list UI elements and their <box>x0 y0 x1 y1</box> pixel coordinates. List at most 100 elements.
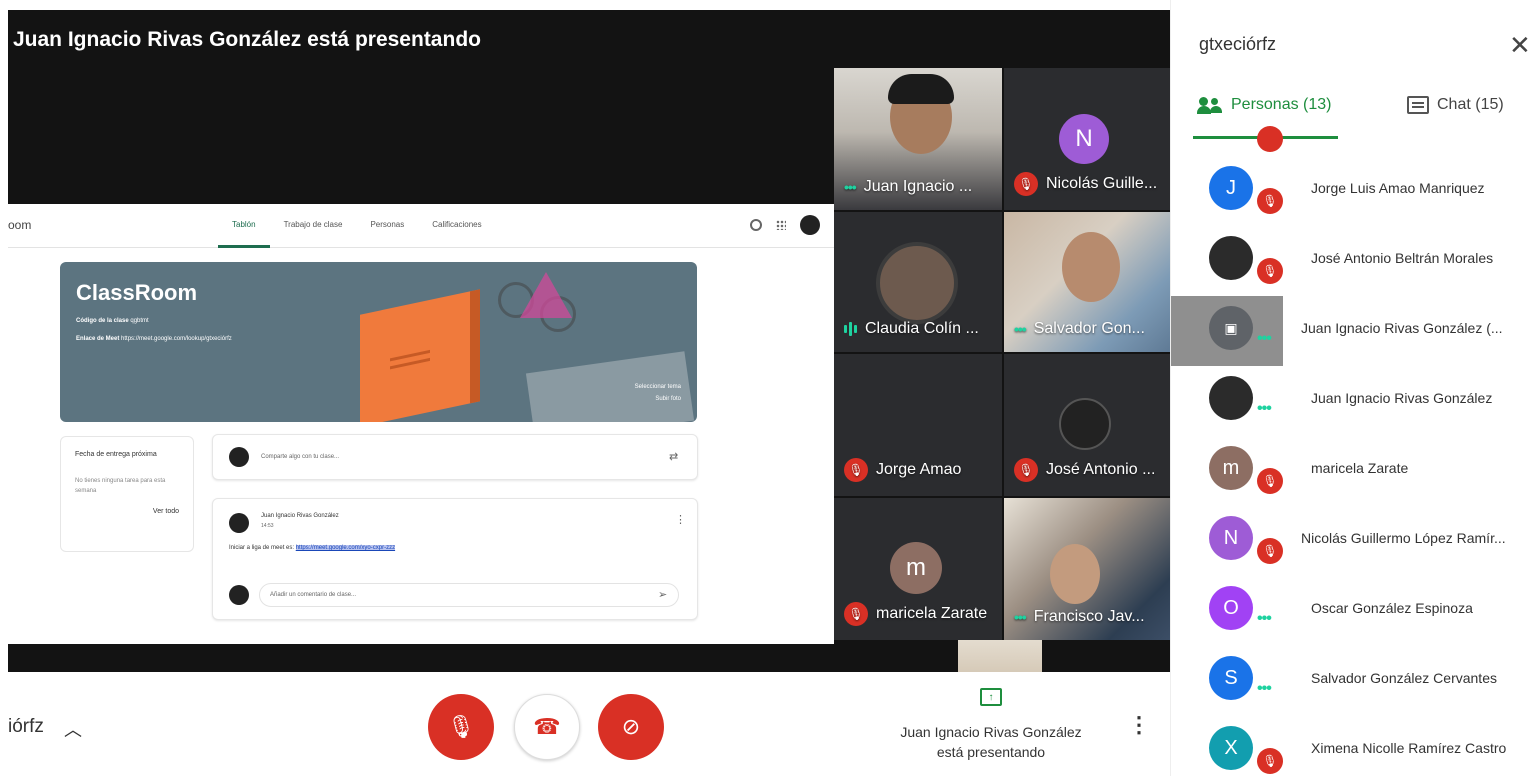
speaking-bars-icon <box>844 322 857 336</box>
tile-name: 🎙 maricela Zarate <box>844 602 987 626</box>
chevron-up-icon[interactable]: ︿ <box>64 716 82 742</box>
tile-name: ••• Salvador Gon... <box>1014 320 1145 338</box>
triangle-illustration <box>520 272 572 318</box>
list-item[interactable]: J 🎙 Jorge Luis Amao Manriquez <box>1171 154 1538 224</box>
tile-juan-ignacio[interactable]: ••• Juan Ignacio ... <box>834 68 1002 210</box>
comment-input[interactable]: Añadir un comentario de clase... ➢ <box>259 583 679 607</box>
speaking-dots-icon: ••• <box>1014 609 1027 625</box>
tile-claudia[interactable]: Claudia Colín ... <box>834 212 1002 352</box>
meeting-code[interactable]: iórfz <box>8 716 44 738</box>
class-code-line: Código de la clase qgbtmt <box>76 318 149 324</box>
panel-title: gtxeciórfz <box>1199 34 1277 54</box>
tile-francisco[interactable]: ••• Francisco Jav... <box>1004 498 1170 640</box>
classroom-title: ClassRoom <box>76 280 198 305</box>
view-all-link[interactable]: Ver todo <box>75 508 179 515</box>
mic-off-icon: 🎙 <box>1014 172 1038 196</box>
list-item[interactable]: ▣ ••• Juan Ignacio Rivas González (... <box>1171 294 1538 364</box>
class-code-label: Código de la clase <box>76 318 129 324</box>
shared-screen[interactable]: oom Tablón Trabajo de clase Personas Cal… <box>8 204 834 644</box>
classroom-header-icons <box>750 215 820 235</box>
participant-name: Salvador González Cervantes <box>1311 670 1497 686</box>
post-link[interactable]: https://meet.google.com/xyo-cxpr-zzz <box>295 545 396 551</box>
participant-name: Jorge Luis Amao Manriquez <box>1311 180 1485 196</box>
leave-call-button[interactable]: ☎ <box>514 694 580 760</box>
share-box[interactable]: Comparte algo con tu clase... ⇄ <box>212 434 698 480</box>
tab-people[interactable]: Personas (13) <box>1197 96 1332 114</box>
tile-salvador[interactable]: ••• Salvador Gon... <box>1004 212 1170 352</box>
tile-name-text: Francisco Jav... <box>1033 608 1145 625</box>
mic-toggle-button[interactable]: 🎙 <box>428 694 494 760</box>
apps-grid-icon[interactable] <box>776 220 786 230</box>
post-author-avatar <box>229 513 249 533</box>
send-icon[interactable]: ➢ <box>658 588 667 601</box>
classroom-tab-tablon[interactable]: Tablón <box>218 204 270 248</box>
participant-face <box>1062 232 1120 302</box>
classroom-header: oom Tablón Trabajo de clase Personas Cal… <box>8 204 834 248</box>
list-item[interactable]: X 🎙 Ximena Nicolle Ramírez Castro <box>1171 714 1538 776</box>
participant-avatar: X <box>1209 726 1253 770</box>
participant-avatar <box>876 242 958 324</box>
due-title: Fecha de entrega próxima <box>75 451 157 458</box>
classroom-tab-personas[interactable]: Personas <box>356 204 418 248</box>
list-item[interactable]: O ••• Oscar González Espinoza <box>1171 574 1538 644</box>
comment-avatar <box>229 585 249 605</box>
close-icon[interactable]: ✕ <box>1509 30 1531 61</box>
select-theme-link[interactable]: Seleccionar tema <box>635 384 681 390</box>
presenting-title: Juan Ignacio Rivas González está present… <box>13 28 481 51</box>
list-item[interactable]: ••• Juan Ignacio Rivas González <box>1171 364 1538 434</box>
tile-jorge[interactable]: 🎙 Jorge Amao <box>834 354 1002 496</box>
participant-name: Ximena Nicolle Ramírez Castro <box>1311 740 1507 756</box>
participant-avatar: J <box>1209 166 1253 210</box>
settings-icon[interactable] <box>750 219 762 231</box>
tile-name: ••• Juan Ignacio ... <box>844 178 972 196</box>
tile-maricela[interactable]: m 🎙 maricela Zarate <box>834 498 1002 640</box>
repost-icon[interactable]: ⇄ <box>669 450 678 463</box>
tile-name: 🎙 José Antonio ... <box>1014 458 1155 482</box>
participant-face <box>1050 544 1100 604</box>
classroom-tab-calificaciones[interactable]: Calificaciones <box>418 204 495 248</box>
present-to-all-icon[interactable]: ↑ <box>980 688 1002 706</box>
post-text: Iniciar a liga de meet es: <box>229 545 295 551</box>
post-time: 14:53 <box>261 523 274 529</box>
camera-toggle-button[interactable]: ⊘ <box>598 694 664 760</box>
speaking-dots-icon: ••• <box>1257 400 1272 417</box>
tile-name-text: Nicolás Guille... <box>1046 175 1158 192</box>
mic-off-icon: 🎙 <box>1257 188 1283 214</box>
list-item[interactable]: N 🎙 Nicolás Guillermo López Ramír... <box>1171 504 1538 574</box>
tile-nicolas[interactable]: N 🎙 Nicolás Guille... <box>1004 68 1170 210</box>
call-end-icon: ☎ <box>533 714 561 739</box>
participant-name: Oscar González Espinoza <box>1311 600 1473 616</box>
speaking-dots-icon: ••• <box>844 179 857 195</box>
classroom-tab-trabajo[interactable]: Trabajo de clase <box>270 204 357 248</box>
upload-photo-link[interactable]: Subir foto <box>655 396 681 402</box>
tab-people-label: Personas (13) <box>1231 96 1332 113</box>
classroom-banner: ClassRoom Código de la clase qgbtmt Enla… <box>60 262 697 422</box>
tile-name-text: Jorge Amao <box>876 461 962 478</box>
participant-avatar: O <box>1209 586 1253 630</box>
tile-jose-antonio[interactable]: 🎙 José Antonio ... <box>1004 354 1170 496</box>
post-menu-icon[interactable]: ⋮ <box>675 513 686 526</box>
mic-off-icon: 🎙 <box>1257 258 1283 284</box>
participant-avatar: S <box>1209 656 1253 700</box>
tile-name: ••• Francisco Jav... <box>1014 608 1145 626</box>
speaking-dots-icon: ••• <box>1257 680 1272 697</box>
classroom-tabs: Tablón Trabajo de clase Personas Calific… <box>218 204 496 248</box>
tile-partial[interactable] <box>958 640 1042 672</box>
mic-off-icon: 🎙 <box>447 714 475 739</box>
video-stage: Juan Ignacio Rivas González está present… <box>8 10 1170 672</box>
list-item[interactable]: S ••• Salvador González Cervantes <box>1171 644 1538 714</box>
tile-name-text: Juan Ignacio ... <box>863 178 973 195</box>
participant-avatar: m <box>1209 446 1253 490</box>
list-item[interactable]: 🎙 José Antonio Beltrán Morales <box>1171 224 1538 294</box>
tab-chat[interactable]: Chat (15) <box>1407 96 1504 114</box>
participant-avatar: N <box>1209 516 1253 560</box>
list-item[interactable]: m 🎙 maricela Zarate <box>1171 434 1538 504</box>
more-vert-icon[interactable]: ⋮ <box>1128 712 1150 738</box>
class-code: qgbtmt <box>130 318 149 324</box>
videocam-off-icon: ⊘ <box>621 714 641 739</box>
meet-link[interactable]: https://meet.google.com/lookup/gtxeciórf… <box>121 336 232 342</box>
presenting-status[interactable]: Juan Ignacio Rivas González está present… <box>880 722 1102 762</box>
classroom-avatar[interactable] <box>800 215 820 235</box>
comment-placeholder: Añadir un comentario de clase... <box>270 592 357 598</box>
due-text: No tienes ninguna tarea para esta semana <box>75 478 166 494</box>
